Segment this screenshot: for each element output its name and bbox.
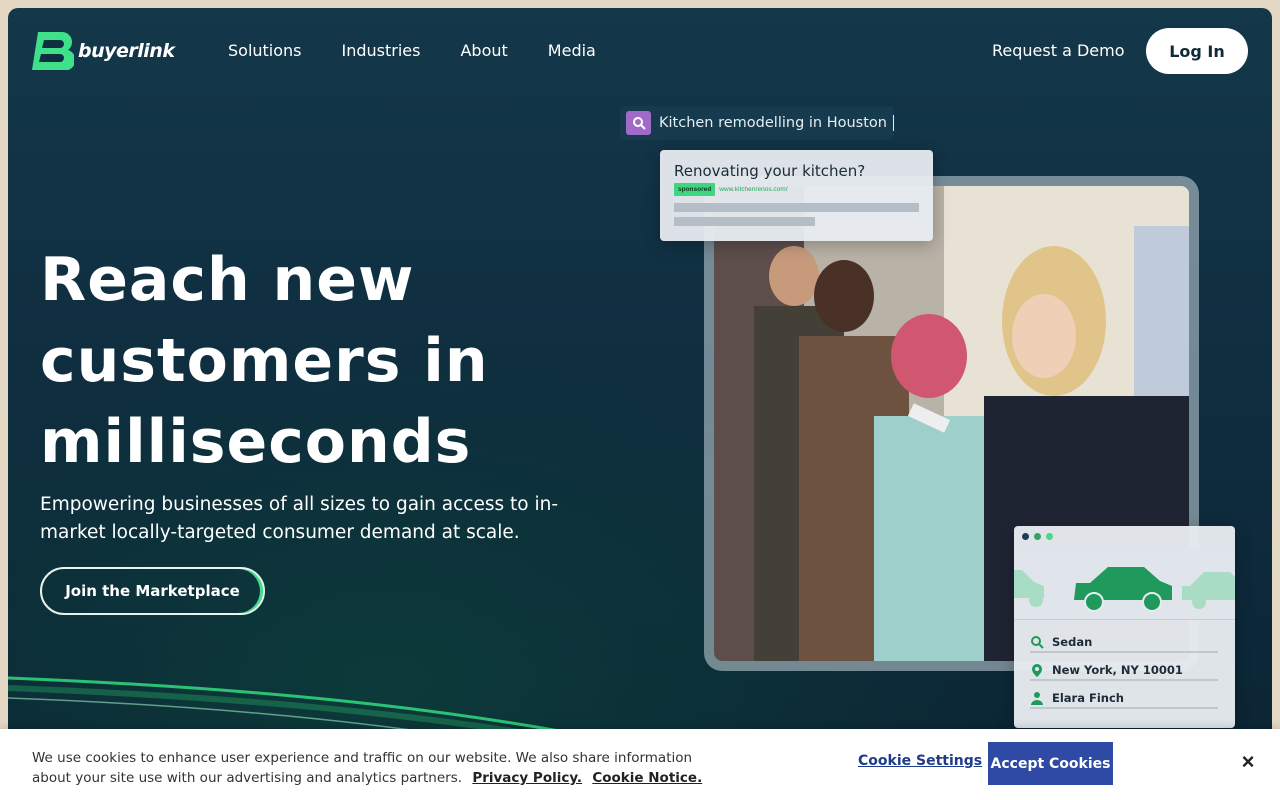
window-dot [1046, 533, 1053, 540]
login-button[interactable]: Log In [1146, 28, 1248, 74]
car-field-value: Sedan [1052, 635, 1093, 649]
window-dot [1034, 533, 1041, 540]
logo-mark-icon [32, 32, 74, 70]
search-icon [626, 111, 651, 135]
window-dot [1022, 533, 1029, 540]
search-query-chip: Kitchen remodelling in Houston [620, 106, 894, 140]
placeholder-line [674, 203, 919, 212]
location-pin-icon [1032, 664, 1042, 677]
sponsored-ad-card: Renovating your kitchen? sponsored www.k… [660, 150, 933, 241]
cookie-notice-link[interactable]: Cookie Notice. [592, 770, 702, 786]
car-icon [1014, 567, 1235, 612]
brand-name: buyerlink [78, 40, 175, 62]
car-field-type: Sedan [1030, 635, 1218, 653]
buyerlink-logo[interactable]: buyerlink [32, 32, 175, 70]
hero-headline: Reach new customers in milliseconds [40, 240, 560, 483]
accept-cookies-button[interactable]: Accept Cookies [988, 742, 1113, 785]
cookie-settings-button[interactable]: Cookie Settings [858, 753, 982, 769]
window-dots [1014, 526, 1235, 547]
ad-title: Renovating your kitchen? [674, 162, 866, 180]
cookie-banner: We use cookies to enhance user experienc… [0, 729, 1280, 800]
car-field-location: New York, NY 10001 [1030, 663, 1218, 681]
car-field-person: Elara Finch [1030, 691, 1218, 709]
placeholder-line [674, 217, 815, 226]
page-frame: buyerlink Solutions Industries About Med… [8, 8, 1272, 800]
car-field-value: Elara Finch [1052, 691, 1124, 705]
headline-line: customers in [40, 326, 489, 396]
vehicle-search-card: Sedan New York, NY 10001 Elara Finch [1014, 526, 1235, 728]
close-icon[interactable]: × [1238, 751, 1258, 773]
main-nav: Solutions Industries About Media [228, 41, 596, 60]
search-query-text: Kitchen remodelling in Houston [659, 115, 894, 131]
search-icon [1031, 636, 1044, 649]
person-icon [1031, 692, 1043, 705]
headline-line: milliseconds [40, 407, 472, 477]
join-marketplace-button[interactable]: Join the Marketplace [40, 567, 265, 615]
ad-url: www.kitchenrenos.com/ [719, 186, 788, 193]
nav-item-solutions[interactable]: Solutions [228, 41, 302, 60]
cookie-text: We use cookies to enhance user experienc… [32, 748, 732, 788]
privacy-policy-link[interactable]: Privacy Policy. [472, 770, 582, 786]
car-carousel [1014, 548, 1235, 620]
request-demo-link[interactable]: Request a Demo [992, 41, 1125, 60]
car-field-value: New York, NY 10001 [1052, 663, 1183, 677]
sponsored-badge: sponsored [674, 183, 716, 196]
nav-item-industries[interactable]: Industries [342, 41, 421, 60]
text-caret [892, 115, 894, 131]
hero-subtext: Empowering businesses of all sizes to ga… [40, 494, 558, 543]
nav-item-media[interactable]: Media [548, 41, 596, 60]
headline-line: Reach new [40, 245, 415, 315]
nav-item-about[interactable]: About [460, 41, 507, 60]
